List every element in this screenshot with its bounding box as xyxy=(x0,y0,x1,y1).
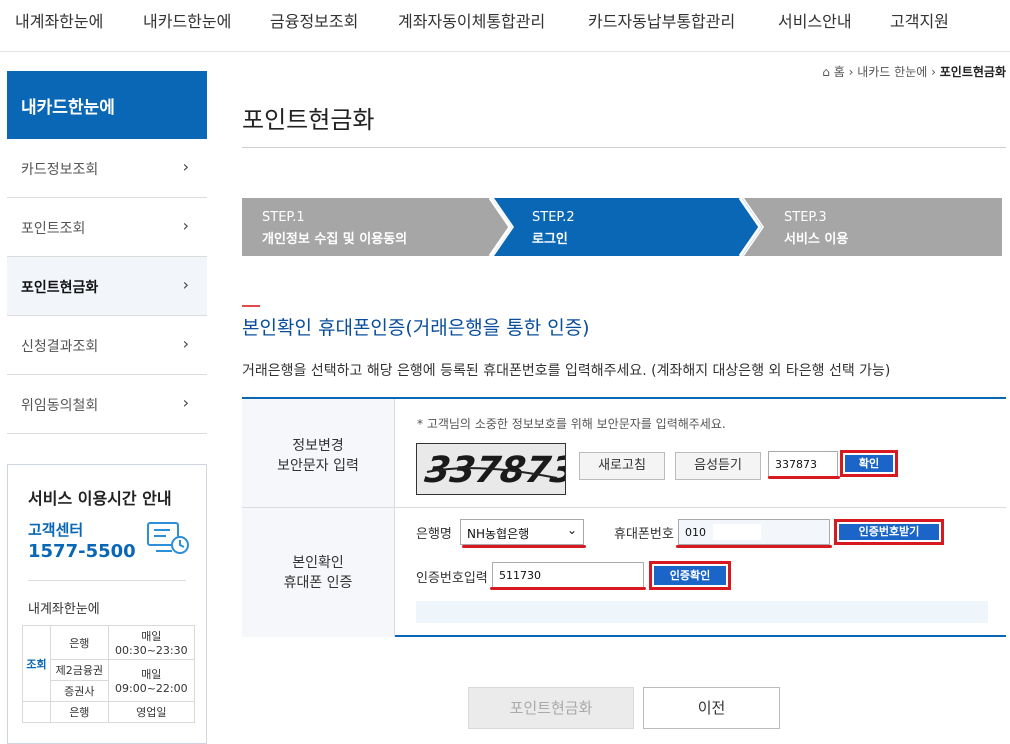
highlight-underline xyxy=(676,545,832,548)
phone-row-label: 본인확인 휴대폰 인증 xyxy=(242,508,395,637)
nav-card-autopay[interactable]: 카드자동납부통합관리 xyxy=(588,8,735,32)
step-2-label: 로그인 xyxy=(532,232,568,247)
refresh-captcha-button[interactable]: 새로고침 xyxy=(579,452,665,480)
info-box xyxy=(416,601,988,623)
sidebar-item-label: 위임동의철회 xyxy=(21,398,99,414)
divider xyxy=(242,147,1006,148)
section-accent xyxy=(242,305,260,307)
sidebar-title: 내카드한눈에 xyxy=(7,71,207,139)
home-icon[interactable]: ⌂ xyxy=(822,65,830,79)
code-label: 인증번호입력 xyxy=(416,571,488,586)
phone-input[interactable]: 010 xyxy=(678,519,830,545)
monitor-clock-icon xyxy=(147,522,189,554)
chevron-right-icon: › xyxy=(182,334,189,353)
breadcrumb-current: 포인트현금화 xyxy=(939,65,1006,79)
nav-auto-transfer[interactable]: 계좌자동이체통합관리 xyxy=(398,8,545,32)
table-cell: 은행 xyxy=(50,625,109,660)
captcha-notice: * 고객님의 소중한 정보보호를 위해 보안문자를 입력해주세요. xyxy=(417,417,726,431)
step-2-num: STEP.2 xyxy=(532,210,575,225)
captcha-image: 337873 xyxy=(416,443,579,495)
bank-select[interactable]: NH농협은행 ⌄ xyxy=(460,519,584,545)
table-cell: 은행 xyxy=(50,701,109,723)
highlight-underline xyxy=(490,587,646,590)
breadcrumb-level1[interactable]: 내카드 한눈에 xyxy=(857,65,927,79)
sidebar-item-label: 신청결과조회 xyxy=(21,339,99,355)
step-1-label: 개인정보 수집 및 이용동의 xyxy=(262,232,408,247)
breadcrumb-home[interactable]: 홈 xyxy=(834,65,845,79)
chevron-right-icon: › xyxy=(848,65,854,79)
chevron-right-icon: › xyxy=(182,275,189,294)
sidebar-item-label: 포인트조회 xyxy=(21,221,86,237)
customer-center-phone: 1577-5500 xyxy=(28,541,136,562)
service-hours-title: 서비스 이용시간 안내 xyxy=(28,489,172,508)
nav-service-info[interactable]: 서비스안내 xyxy=(778,8,852,32)
captcha-input[interactable]: 337873 xyxy=(768,451,838,477)
service-hours-table: 조회 은행 매일 00:30~23:30 제2금융권 매일 09:00~22:00 … xyxy=(22,625,196,723)
step-2: STEP.2 로그인 xyxy=(512,198,742,256)
sidebar-item-label: 카드정보조회 xyxy=(21,162,99,178)
highlight-underline xyxy=(768,476,840,479)
masked-area xyxy=(713,524,761,540)
sidebar-item-card-info[interactable]: 카드정보조회 › xyxy=(7,139,207,198)
table-cell: 증권사 xyxy=(50,680,109,702)
customer-center-label: 고객센터 xyxy=(28,521,84,539)
step-3: STEP.3 서비스 이용 xyxy=(764,198,1002,256)
table-cell: 제2금융권 xyxy=(50,659,109,681)
section-description: 거래은행을 선택하고 해당 은행에 등록된 휴대폰번호를 입력해주세요. (계좌… xyxy=(242,363,891,379)
captcha-confirm-button[interactable]: 확인 xyxy=(845,455,893,472)
captcha-row-label: 정보변경 보안문자 입력 xyxy=(242,399,395,507)
sidebar-item-point-inquiry[interactable]: 포인트조회 › xyxy=(7,198,207,257)
page-title: 포인트현금화 xyxy=(242,106,375,134)
divider xyxy=(28,580,186,581)
phone-label: 휴대폰번호 xyxy=(614,527,674,542)
top-nav: 내계좌한눈에 내카드한눈에 금융정보조회 계좌자동이체통합관리 카드자동납부통합… xyxy=(0,0,1010,52)
sidebar-item-consent-withdraw[interactable]: 위임동의철회 › xyxy=(7,375,207,434)
highlight-underline xyxy=(462,545,586,548)
auth-form: 정보변경 보안문자 입력 본인확인 휴대폰 인증 * 고객님의 소중한 정보보호… xyxy=(242,397,1006,637)
section-title: 본인확인 휴대폰인증(거래은행을 통한 인증) xyxy=(242,317,590,339)
step-3-num: STEP.3 xyxy=(784,210,827,225)
table-cell: 매일 00:30~23:30 xyxy=(107,625,196,660)
nav-financial-info[interactable]: 금융정보조회 xyxy=(270,8,358,32)
sidebar: 내카드한눈에 카드정보조회 › 포인트조회 › 포인트현금화 › 신청결과조회 … xyxy=(7,71,207,434)
previous-button[interactable]: 이전 xyxy=(643,687,780,729)
nav-my-card[interactable]: 내카드한눈에 xyxy=(143,8,231,32)
code-input[interactable]: 511730 xyxy=(492,562,644,588)
step-1: STEP.1 개인정보 수집 및 이용동의 xyxy=(242,198,492,256)
breadcrumb: ⌂ 홈 › 내카드 한눈에 › 포인트현금화 xyxy=(822,63,1006,80)
chevron-right-icon: › xyxy=(182,157,189,176)
nav-customer-support[interactable]: 고객지원 xyxy=(890,8,949,32)
table-cell: 매일 09:00~22:00 xyxy=(107,659,196,702)
verify-code-button[interactable]: 인증확인 xyxy=(654,566,726,585)
table-cell: 영업일 xyxy=(107,701,196,723)
chevron-down-icon: ⌄ xyxy=(566,523,577,537)
step-indicator: STEP.1 개인정보 수집 및 이용동의 STEP.2 로그인 STEP.3 … xyxy=(242,198,1002,256)
chevron-right-icon: › xyxy=(182,393,189,412)
sidebar-item-label: 포인트현금화 xyxy=(21,280,99,296)
sidebar-item-point-cash[interactable]: 포인트현금화 › xyxy=(7,257,207,316)
step-1-num: STEP.1 xyxy=(262,210,305,225)
get-code-button[interactable]: 인증번호받기 xyxy=(839,524,939,540)
step-3-label: 서비스 이용 xyxy=(784,232,849,247)
chevron-right-icon: › xyxy=(931,65,936,79)
service-hours-box: 서비스 이용시간 안내 고객센터 1577-5500 내계좌한눈에 조회 은행 … xyxy=(7,464,207,744)
bank-label: 은행명 xyxy=(416,527,452,542)
submit-point-cash-button[interactable]: 포인트현금화 xyxy=(468,687,634,729)
table-category xyxy=(22,701,51,723)
sidebar-item-result-inquiry[interactable]: 신청결과조회 › xyxy=(7,316,207,375)
nav-my-account[interactable]: 내계좌한눈에 xyxy=(15,8,103,32)
audio-captcha-button[interactable]: 음성듣기 xyxy=(675,452,761,480)
chevron-right-icon: › xyxy=(182,216,189,235)
service-subtitle: 내계좌한눈에 xyxy=(28,602,100,617)
table-category: 조회 xyxy=(22,625,51,702)
